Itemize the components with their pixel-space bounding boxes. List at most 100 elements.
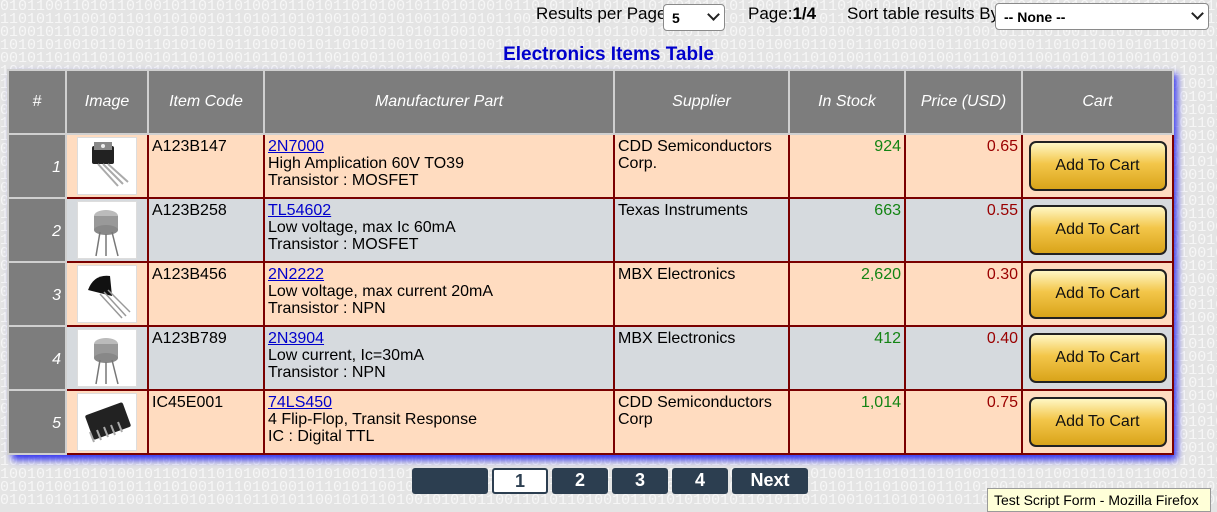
header-manufacturer-part: Manufacturer Part [263,69,615,135]
row-index: 2 [7,197,67,263]
header-price: Price (USD) [904,69,1023,135]
pagination-prev-placeholder [412,468,488,494]
table-row: 2 A123B258 TL54602 Low voltage, max Ic 60mA… [7,197,1174,263]
part-description: Low voltage, max Ic 60mA [268,219,456,236]
item-code: IC45E001 [147,389,265,455]
next-page-button[interactable]: Next [732,468,808,494]
manufacturer-part-cell: 74LS450 4 Flip-Flop, Transit Response IC :… [263,389,615,455]
table-header-row: # Image Item Code Manufacturer Part Supp… [7,69,1174,135]
item-code: A123B456 [147,261,265,327]
supplier: CDD Semiconductors Corp. [613,133,790,199]
table-controls: Results per Page: 5 Page:1/4 Sort table … [0,0,1217,40]
header-in-stock: In Stock [788,69,906,135]
items-table-container: # Image Item Code Manufacturer Part Supp… [7,69,1174,455]
part-type: Transistor : NPN [268,300,386,317]
header-image: Image [65,69,149,135]
part-type: IC : Digital TTL [268,428,375,445]
part-link[interactable]: 2N7000 [268,138,324,155]
row-index-text: 2 [52,223,61,240]
item-code: A123B258 [147,197,265,263]
table-title: Electronics Items Table [503,44,714,65]
transistor-metal-can-image [77,201,137,259]
window-tooltip: Test Script Form - Mozilla Firefox [987,488,1211,512]
chevron-down-icon [1191,7,1204,20]
part-description: 4 Flip-Flop, Transit Response [268,411,477,428]
page-value: 1/4 [792,4,817,23]
table-row: 1 A123B147 2N7000 High Amplication 60V TO39… [7,133,1174,199]
header-supplier: Supplier [613,69,790,135]
supplier: MBX Electronics [613,261,790,327]
part-link[interactable]: TL54602 [268,202,331,219]
header-index: # [7,69,67,135]
sort-select[interactable]: -- None -- [995,3,1209,30]
in-stock: 412 [788,325,906,391]
cart-cell: Add To Cart [1021,325,1174,391]
in-stock: 663 [788,197,906,263]
transistor-to92-image [77,265,137,323]
table-row: 5 IC45E001 74LS450 4 Flip-Flop, Transit Res… [7,389,1174,455]
cart-cell: Add To Cart [1021,261,1174,327]
supplier: Texas Instruments [613,197,790,263]
price: 0.40 [904,325,1023,391]
part-link[interactable]: 2N2222 [268,266,324,283]
price: 0.65 [904,133,1023,199]
add-to-cart-button[interactable]: Add To Cart [1028,205,1167,255]
header-item-code: Item Code [147,69,265,135]
row-image-cell [65,261,149,327]
add-to-cart-button[interactable]: Add To Cart [1028,141,1167,191]
items-table: # Image Item Code Manufacturer Part Supp… [7,69,1174,455]
part-type: Transistor : NPN [268,364,386,381]
item-code: A123B789 [147,325,265,391]
cart-cell: Add To Cart [1021,389,1174,455]
results-per-page-select[interactable]: 5 [663,4,725,31]
add-to-cart-button[interactable]: Add To Cart [1028,269,1167,319]
page-button-1[interactable]: 1 [492,468,548,494]
part-type: Transistor : MOSFET [268,236,419,253]
header-cart: Cart [1021,69,1174,135]
add-to-cart-button[interactable]: Add To Cart [1028,333,1167,383]
row-image-cell [65,133,149,199]
page-label: Page: [748,4,793,23]
item-code: A123B147 [147,133,265,199]
results-per-page-label: Results per Page: [536,4,672,23]
results-per-page-value: 5 [672,10,680,26]
part-description: Low voltage, max current 20mA [268,283,493,300]
page-button-3[interactable]: 3 [612,468,668,494]
sort-value: -- None -- [1004,9,1066,25]
row-index-text: 5 [52,415,61,432]
cart-cell: Add To Cart [1021,133,1174,199]
row-index-text: 1 [52,159,61,176]
in-stock: 1,014 [788,389,906,455]
row-image-cell [65,389,149,455]
transistor-metal-can-image [77,329,137,387]
part-type: Transistor : MOSFET [268,172,419,189]
row-index-text: 3 [52,287,61,304]
row-index: 4 [7,325,67,391]
part-link[interactable]: 2N3904 [268,330,324,347]
table-row: 4 A123B789 2N3904 Low current, Ic=30mA Trans… [7,325,1174,391]
row-index: 5 [7,389,67,455]
row-index-text: 4 [52,351,61,368]
page-button-2[interactable]: 2 [552,468,608,494]
mosfet-to220-image [77,137,137,195]
page-indicator: Page:1/4 [748,4,816,24]
manufacturer-part-cell: 2N2222 Low voltage, max current 20mA Trans… [263,261,615,327]
add-to-cart-button[interactable]: Add To Cart [1028,397,1167,447]
cart-cell: Add To Cart [1021,197,1174,263]
manufacturer-part-cell: 2N7000 High Amplication 60V TO39 Transisto… [263,133,615,199]
part-description: Low current, Ic=30mA [268,347,425,364]
supplier: MBX Electronics [613,325,790,391]
row-index: 3 [7,261,67,327]
dip-ic-chip-image [77,393,137,451]
manufacturer-part-cell: TL54602 Low voltage, max Ic 60mA Transisto… [263,197,615,263]
price: 0.30 [904,261,1023,327]
manufacturer-part-cell: 2N3904 Low current, Ic=30mA Transistor : N… [263,325,615,391]
sort-label: Sort table results By: [847,4,1004,23]
chevron-down-icon [707,8,720,21]
part-link[interactable]: 74LS450 [268,394,332,411]
page-button-4[interactable]: 4 [672,468,728,494]
in-stock: 924 [788,133,906,199]
row-image-cell [65,197,149,263]
row-image-cell [65,325,149,391]
table-row: 3 A123B456 2N2222 Low voltage, max current … [7,261,1174,327]
